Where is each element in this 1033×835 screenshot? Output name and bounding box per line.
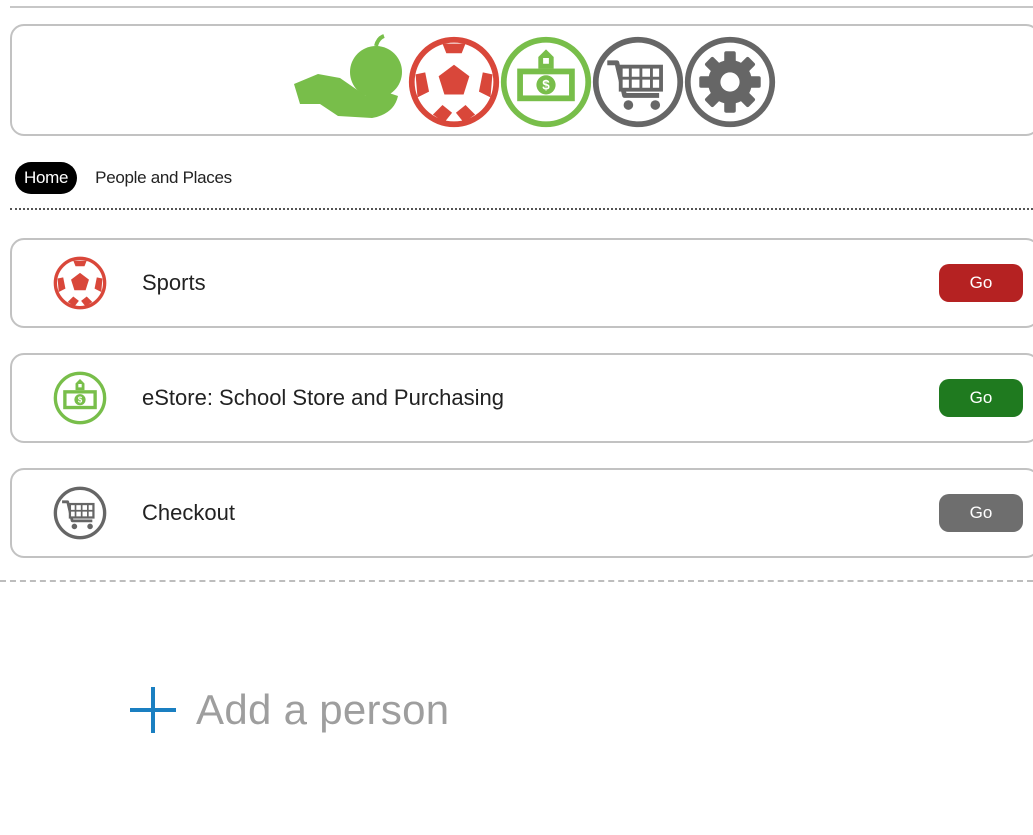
gear-icon[interactable] <box>682 34 778 130</box>
plus-icon <box>130 687 176 733</box>
row-checkout[interactable]: Checkout Go <box>10 468 1033 558</box>
sports-go-button[interactable]: Go <box>939 264 1023 302</box>
soccer-ball-icon <box>53 256 107 310</box>
money-bill-icon <box>53 371 107 425</box>
shopping-cart-icon <box>53 486 107 540</box>
soccer-ball-icon[interactable] <box>406 34 502 130</box>
checkout-go-button[interactable]: Go <box>939 494 1023 532</box>
top-divider <box>10 6 1033 8</box>
add-person-button[interactable]: Add a person <box>130 680 449 740</box>
add-person-label: Add a person <box>196 686 450 733</box>
row-label-estore: eStore: School Store and Purchasing <box>142 385 505 410</box>
header-icon-bar <box>10 24 1033 136</box>
money-bill-icon[interactable] <box>498 34 594 130</box>
row-estore[interactable]: eStore: School Store and Purchasing Go <box>10 353 1033 443</box>
row-label-sports: Sports <box>142 270 206 295</box>
shopping-cart-icon[interactable] <box>590 34 686 130</box>
breadcrumb: Home People and Places <box>15 162 232 194</box>
row-label-checkout: Checkout <box>142 500 235 525</box>
estore-go-button[interactable]: Go <box>939 379 1023 417</box>
dotted-divider <box>10 208 1033 210</box>
row-sports[interactable]: Sports Go <box>10 238 1033 328</box>
breadcrumb-home[interactable]: Home <box>15 162 78 194</box>
dashed-divider <box>0 580 1033 582</box>
apple-hand-icon[interactable] <box>292 34 412 130</box>
breadcrumb-people-and-places[interactable]: People and Places <box>95 168 232 188</box>
